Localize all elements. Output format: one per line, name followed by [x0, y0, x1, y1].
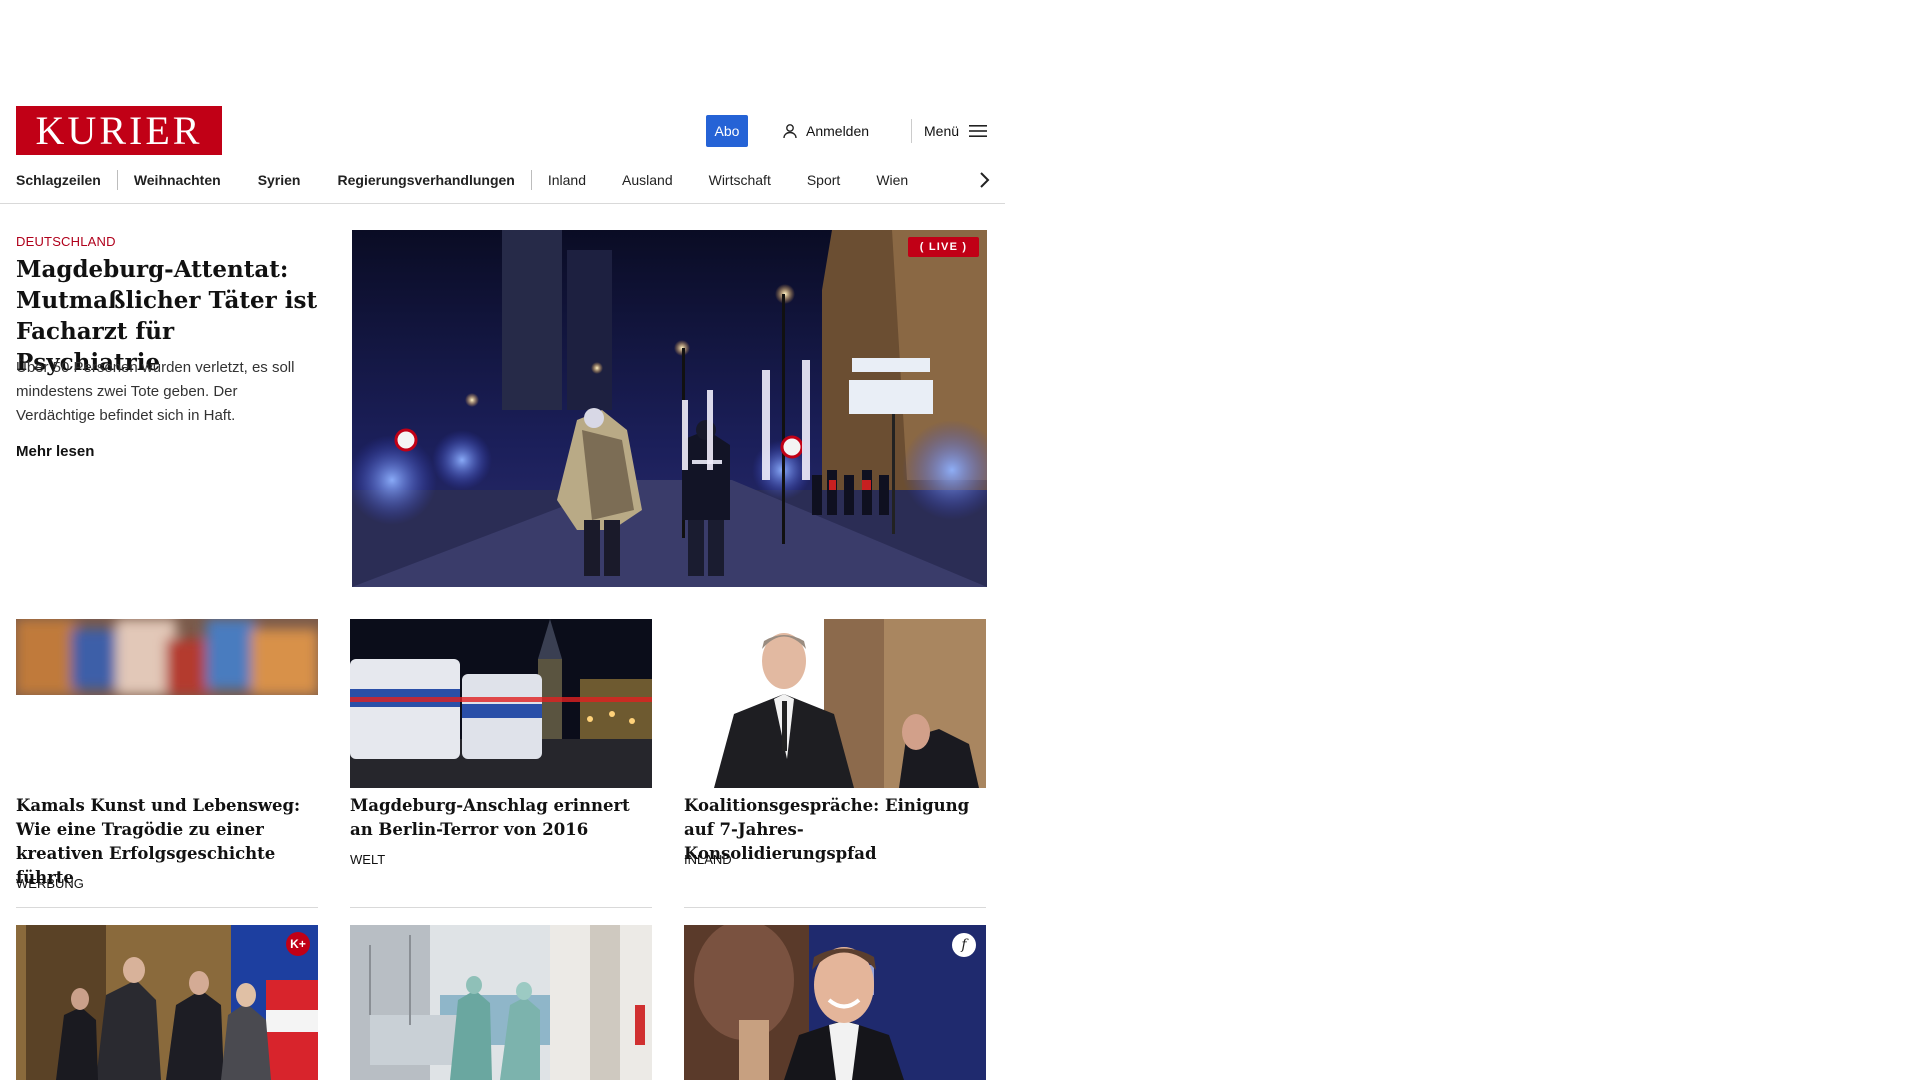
teaser-category[interactable]: WERBUNG [16, 876, 84, 891]
main-nav: Schlagzeilen Weihnachten Syrien Regierun… [16, 164, 991, 196]
lead-teaser: Über 50 Personen wurden verletzt, es sol… [16, 359, 295, 424]
nav-item-schlagzeilen[interactable]: Schlagzeilen [16, 172, 101, 188]
nav-item-wirtschaft[interactable]: Wirtschaft [709, 172, 771, 188]
login-label: Anmelden [806, 123, 870, 139]
row-divider [16, 907, 318, 908]
nav-item-syrien[interactable]: Syrien [258, 172, 301, 188]
nav-item-ausland[interactable]: Ausland [622, 172, 673, 188]
teaser-photo [16, 925, 318, 1080]
chevron-right-icon[interactable] [972, 168, 996, 192]
teaser-image-kamal[interactable] [16, 619, 318, 695]
teaser-photo [16, 619, 318, 695]
nav-divider [530, 170, 532, 190]
teaser-image-hospital[interactable] [350, 925, 652, 1080]
kurier-logo[interactable]: KURIER [16, 106, 222, 155]
teaser-photo [350, 619, 652, 788]
teaser-headline[interactable]: Magdeburg-Anschlag erinnert an Berlin-Te… [350, 794, 655, 842]
page: KURIER Abo Anmelden Menü Schlagzeilen We… [0, 0, 1005, 1080]
feuilleton-badge: f [952, 933, 976, 957]
user-icon [783, 124, 797, 139]
nav-item-regierungsverhandlungen[interactable]: Regierungsverhandlungen [338, 172, 515, 188]
teaser-image-berlin[interactable] [350, 619, 652, 788]
lead-category[interactable]: DEUTSCHLAND [16, 234, 116, 249]
lead-photo [352, 230, 987, 587]
abo-button[interactable]: Abo [706, 115, 748, 147]
nav-item-wien[interactable]: Wien [876, 172, 908, 188]
kplus-badge: K+ [286, 932, 310, 956]
nav-divider [116, 170, 118, 190]
site-header: KURIER Abo Anmelden Menü Schlagzeilen We… [0, 100, 1005, 204]
row-divider [684, 907, 986, 908]
teaser-image-hofburg[interactable] [16, 925, 318, 1080]
teaser-photo [684, 619, 986, 788]
teaser-photo [684, 925, 986, 1080]
nav-item-sport[interactable]: Sport [807, 172, 840, 188]
menu-label: Menü [924, 123, 960, 139]
login-button[interactable]: Anmelden [782, 115, 869, 147]
read-more-link[interactable]: Mehr lesen [16, 443, 94, 460]
teaser-image-koalition[interactable] [684, 619, 986, 788]
lead-image[interactable] [352, 230, 987, 587]
menu-button[interactable]: Menü [924, 115, 988, 147]
live-badge: ( LIVE ) [908, 237, 979, 257]
row-divider [350, 907, 652, 908]
nav-item-weihnachten[interactable]: Weihnachten [134, 172, 221, 188]
teaser-category[interactable]: INLAND [684, 852, 732, 867]
teaser-category[interactable]: WELT [350, 852, 385, 867]
teaser-image-hugh-grant[interactable] [684, 925, 986, 1080]
teaser-photo [350, 925, 652, 1080]
header-divider [911, 119, 912, 143]
hamburger-icon [969, 125, 988, 137]
nav-item-inland[interactable]: Inland [548, 172, 586, 188]
